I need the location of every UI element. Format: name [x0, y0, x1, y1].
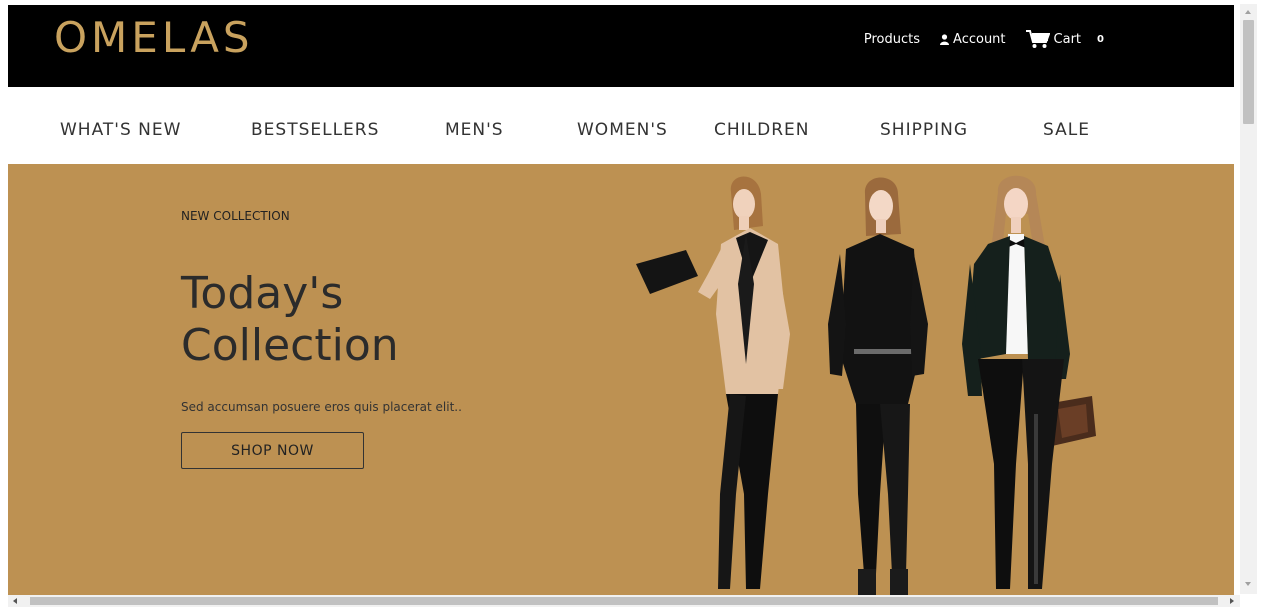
cart-link[interactable]: Cart 0: [1025, 29, 1104, 49]
scroll-up-arrow-icon[interactable]: [1245, 10, 1251, 14]
nav-item-whats-new[interactable]: WHAT'S NEW: [60, 120, 181, 140]
scroll-left-arrow-icon[interactable]: [13, 598, 17, 604]
nav-item-mens[interactable]: MEN'S: [445, 120, 504, 140]
model-one-figure: [636, 176, 790, 589]
hero-title: Today's Collection: [181, 268, 399, 371]
horizontal-scrollbar[interactable]: [8, 595, 1240, 607]
cart-link-label: Cart: [1053, 31, 1082, 47]
main-nav: WHAT'S NEW BESTSELLERS MEN'S WOMEN'S CHI…: [8, 87, 1234, 164]
user-icon: [940, 33, 950, 45]
model-two-figure: [828, 177, 928, 595]
nav-item-children[interactable]: CHILDREN: [714, 120, 810, 140]
account-link-label: Account: [953, 31, 1006, 47]
hero-banner: NEW COLLECTION Today's Collection Sed ac…: [8, 164, 1234, 595]
account-link[interactable]: Account: [940, 32, 1006, 47]
page: OMELAS Products Account Cart 0 WHAT'S NE…: [8, 5, 1234, 595]
hero-subtitle: Sed accumsan posuere eros quis placerat …: [181, 400, 462, 414]
cart-count-badge: 0: [1097, 33, 1104, 45]
nav-item-shipping[interactable]: SHIPPING: [880, 120, 968, 140]
header-bar: OMELAS Products Account Cart 0: [8, 5, 1234, 87]
hero-models-image: [636, 175, 1096, 595]
shop-now-button[interactable]: SHOP NOW: [181, 432, 364, 469]
hero-eyebrow: NEW COLLECTION: [181, 209, 290, 223]
site-logo[interactable]: OMELAS: [54, 13, 254, 62]
utility-links: Products Account Cart 0: [864, 29, 1104, 49]
products-link[interactable]: Products: [864, 32, 920, 47]
nav-item-sale[interactable]: SALE: [1043, 120, 1090, 140]
horizontal-scroll-thumb[interactable]: [30, 597, 1218, 605]
vertical-scrollbar[interactable]: [1240, 4, 1257, 594]
nav-item-womens[interactable]: WOMEN'S: [577, 120, 668, 140]
model-three-figure: [962, 175, 1096, 589]
products-link-label: Products: [863, 31, 921, 47]
shopping-cart-icon: [1025, 30, 1050, 48]
vertical-scroll-thumb[interactable]: [1243, 20, 1254, 124]
scroll-down-arrow-icon[interactable]: [1245, 582, 1251, 586]
scroll-right-arrow-icon[interactable]: [1230, 598, 1234, 604]
nav-item-bestsellers[interactable]: BESTSELLERS: [251, 120, 379, 140]
